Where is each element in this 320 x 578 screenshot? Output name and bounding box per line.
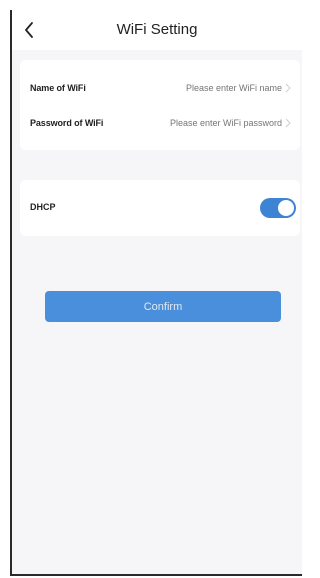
wifi-name-input[interactable] [165, 83, 282, 93]
header-bar: WiFi Setting [12, 10, 302, 50]
confirm-button[interactable]: Confirm [45, 291, 281, 322]
dhcp-card: DHCP [20, 180, 300, 236]
chevron-right-icon [285, 118, 291, 128]
wifi-password-row[interactable]: Password of WiFi [20, 111, 300, 135]
dhcp-label: DHCP [30, 202, 56, 212]
app-frame: WiFi Setting Name of WiFi Password of Wi… [10, 10, 302, 576]
dhcp-toggle[interactable] [260, 198, 296, 218]
wifi-password-label: Password of WiFi [30, 118, 104, 128]
wifi-name-row[interactable]: Name of WiFi [20, 76, 300, 100]
chevron-right-icon [285, 83, 291, 93]
wifi-name-label: Name of WiFi [30, 83, 86, 93]
wifi-setting-screen: WiFi Setting Name of WiFi Password of Wi… [0, 0, 304, 578]
toggle-knob [278, 200, 294, 216]
wifi-credentials-card: Name of WiFi Password of WiFi [20, 60, 300, 150]
page-title: WiFi Setting [116, 21, 198, 38]
wifi-password-input[interactable] [165, 118, 282, 128]
